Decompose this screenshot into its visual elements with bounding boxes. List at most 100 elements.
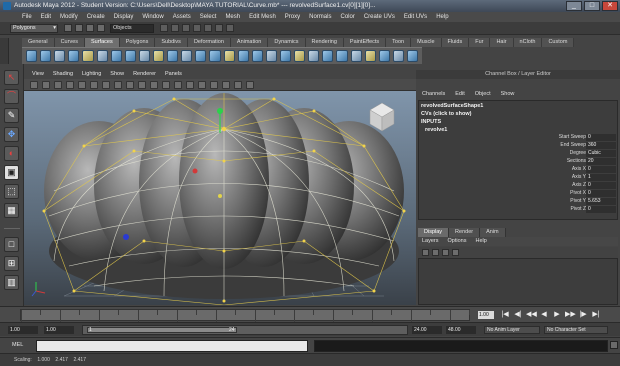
layer-menu-help[interactable]: Help	[475, 237, 486, 246]
menu-select[interactable]: Select	[200, 12, 217, 22]
channel-box-menu-object[interactable]: Object	[475, 90, 491, 99]
mel-label[interactable]: MEL	[12, 342, 23, 348]
anim-layer-dropdown[interactable]: No Anim Layer	[484, 326, 540, 334]
selection-mask-field[interactable]: Objects	[110, 24, 154, 33]
current-frame-field[interactable]: 1.00	[478, 311, 494, 319]
nurbs-plane-icon[interactable]	[82, 50, 94, 62]
attr-value[interactable]: 360	[586, 142, 616, 149]
attr-row[interactable]: Start Sweep 0	[421, 134, 616, 141]
film-gate-icon[interactable]	[90, 81, 98, 89]
attr-row[interactable]: Axis Y1	[421, 174, 616, 181]
shelf-tab-surfaces[interactable]: Surfaces	[85, 38, 120, 47]
shape-node-name[interactable]: revolvedSurfaceShape1	[421, 103, 483, 109]
shelf-tab-ncloth[interactable]: nCloth	[513, 38, 543, 47]
insert-isoparm-icon[interactable]	[364, 50, 376, 62]
play-forwards-button[interactable]: ▶	[552, 310, 562, 320]
manipulator-icon[interactable]: ⬚	[4, 184, 19, 199]
shelf-tab-subdivs[interactable]: Subdivs	[155, 38, 188, 47]
shelf-tab-hair[interactable]: Hair	[490, 38, 514, 47]
channel-box-menu-show[interactable]: Show	[501, 90, 515, 99]
shelf-tab-custom[interactable]: Custom	[542, 38, 575, 47]
field-chart-icon[interactable]	[126, 81, 134, 89]
wireframe-icon[interactable]	[150, 81, 158, 89]
move-layer-up-icon[interactable]	[422, 249, 429, 256]
attr-row[interactable]: Pivot Y 5.653	[421, 198, 616, 205]
attr-row[interactable]: Axis Z0	[421, 182, 616, 189]
nurbs-torus-icon[interactable]	[96, 50, 108, 62]
last-tool-icon[interactable]: ▦	[4, 203, 19, 218]
range-handle[interactable]	[87, 327, 237, 333]
smooth-shade-icon[interactable]	[162, 81, 170, 89]
attr-value[interactable]: 20	[586, 158, 616, 165]
animation-start-field[interactable]: 1.00	[8, 326, 38, 334]
single-pane-layout-icon[interactable]: □	[4, 237, 19, 252]
playback-end-field[interactable]: 24.00	[412, 326, 442, 334]
isolate-select-icon[interactable]	[234, 81, 242, 89]
menu-edit-uvs[interactable]: Edit UVs	[404, 12, 427, 22]
shelf-tab-animation[interactable]: Animation	[230, 38, 269, 47]
select-hierarchy-icon[interactable]	[97, 24, 105, 32]
perspective-viewport[interactable]	[24, 91, 416, 305]
minimize-button[interactable]: _	[566, 1, 582, 11]
extrude-icon[interactable]	[181, 50, 193, 62]
playback-range-bar[interactable]: 1 24	[82, 325, 408, 335]
channel-box-menu-edit[interactable]: Edit	[455, 90, 464, 99]
cv-toggle[interactable]: CVs (click to show)	[421, 111, 471, 117]
attr-row[interactable]: Pivot X0	[421, 190, 616, 197]
playback-start-field[interactable]: 1.00	[44, 326, 74, 334]
shelf-tab-toon[interactable]: Toon	[386, 38, 412, 47]
nurbs-circle-icon[interactable]	[110, 50, 122, 62]
move-tool-icon[interactable]: ✥	[4, 127, 19, 142]
align-icon[interactable]	[336, 50, 348, 62]
project-curve-icon[interactable]	[265, 50, 277, 62]
layer-menu-options[interactable]: Options	[448, 237, 467, 246]
shelf-tab-curves[interactable]: Curves	[54, 38, 85, 47]
snap-plane-icon[interactable]	[193, 24, 201, 32]
attr-row[interactable]: Sections 20	[421, 158, 616, 165]
attr-value[interactable]: 0	[586, 206, 616, 213]
extend-icon[interactable]	[378, 50, 390, 62]
nurbs-cube-icon[interactable]	[40, 50, 52, 62]
close-button[interactable]: ✕	[602, 1, 618, 11]
paint-select-icon[interactable]: ✎	[4, 108, 19, 123]
untrim-icon[interactable]	[294, 50, 306, 62]
attr-value[interactable]: 0	[586, 182, 616, 189]
attr-row[interactable]: Pivot Z0	[421, 206, 616, 213]
attr-value[interactable]: 1	[586, 174, 616, 181]
viewport-menu-renderer[interactable]: Renderer	[133, 70, 156, 79]
nurbs-cone-icon[interactable]	[68, 50, 80, 62]
rebuild-icon[interactable]	[406, 50, 419, 62]
gate-mask-icon[interactable]	[114, 81, 122, 89]
menu-modify[interactable]: Modify	[60, 12, 78, 22]
hud-icon[interactable]	[246, 81, 254, 89]
shelf-tab-dynamics[interactable]: Dynamics	[268, 38, 306, 47]
xray-icon[interactable]	[222, 81, 230, 89]
script-editor-icon[interactable]	[610, 341, 618, 349]
safe-action-icon[interactable]	[138, 81, 146, 89]
nurbs-sphere-icon[interactable]	[26, 50, 38, 62]
character-set-dropdown[interactable]: No Character Set	[544, 326, 608, 334]
menu-color[interactable]: Color	[340, 12, 354, 22]
layer-tab-anim[interactable]: Anim	[480, 228, 506, 237]
attr-value[interactable]: 0	[586, 166, 616, 173]
shelf-tab-fluids[interactable]: Fluids	[441, 38, 470, 47]
step-back-key-button[interactable]: ◀|	[513, 310, 523, 320]
viewport-menu-panels[interactable]: Panels	[165, 70, 182, 79]
square-surface-icon[interactable]	[223, 50, 235, 62]
shelf-tab-polygons[interactable]: Polygons	[119, 38, 156, 47]
attach-icon[interactable]	[308, 50, 320, 62]
camera-attributes-icon[interactable]	[42, 81, 50, 89]
attr-row[interactable]: Degree Cubic	[421, 150, 616, 157]
select-tool-icon[interactable]: ↖	[4, 70, 19, 85]
new-layer-from-selection-icon[interactable]	[452, 249, 459, 256]
go-to-end-button[interactable]: ▶|	[591, 310, 601, 320]
new-empty-layer-icon[interactable]	[442, 249, 449, 256]
attr-value[interactable]: 0	[586, 190, 616, 197]
snap-curve-icon[interactable]	[171, 24, 179, 32]
channel-box-menu-channels[interactable]: Channels	[422, 90, 445, 99]
planar-icon[interactable]	[167, 50, 179, 62]
shelf-tab-fur[interactable]: Fur	[469, 38, 491, 47]
move-layer-down-icon[interactable]	[432, 249, 439, 256]
command-input[interactable]	[36, 340, 308, 352]
wireframe-on-shaded-icon[interactable]	[174, 81, 182, 89]
